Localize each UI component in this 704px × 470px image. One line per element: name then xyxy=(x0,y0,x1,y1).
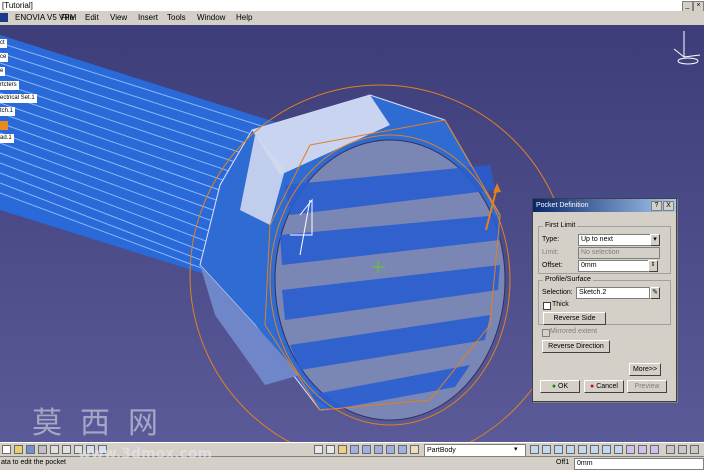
compass-icon[interactable] xyxy=(673,31,701,65)
watermark-logo: 莫西网 xyxy=(32,406,176,441)
chevron-down-icon[interactable]: ▾ xyxy=(514,445,518,453)
cancel-button[interactable]: ● Cancel xyxy=(584,380,624,393)
tree-node-icon xyxy=(0,121,8,130)
first-limit-label: First Limit xyxy=(543,222,578,229)
fit-all-icon[interactable] xyxy=(542,445,551,454)
sketch-edit-icon[interactable]: ✎ xyxy=(650,287,660,299)
mirrored-extent-checkbox xyxy=(542,329,550,337)
preview-button: Preview xyxy=(627,380,667,393)
status-message: ata to edit the pocket xyxy=(1,459,66,466)
menu-help[interactable]: Help xyxy=(236,13,252,22)
rotate-icon[interactable] xyxy=(566,445,575,454)
measure-icon[interactable] xyxy=(350,445,359,454)
chevron-down-icon[interactable]: ▾ xyxy=(650,234,660,246)
offset-status-input[interactable]: 0mm xyxy=(574,458,704,470)
tree-item[interactable]: tch.1 xyxy=(0,107,16,116)
reverse-side-button[interactable]: Reverse Side xyxy=(543,312,606,325)
sketcher-icon[interactable] xyxy=(338,445,347,454)
reverse-direction-button[interactable]: Reverse Direction xyxy=(542,340,610,353)
tree-item[interactable]: ad.1 xyxy=(0,134,14,143)
more-button[interactable]: More>> xyxy=(629,363,661,376)
pan-icon[interactable] xyxy=(554,445,563,454)
tree-item[interactable]: ce xyxy=(0,53,9,62)
view-option-icon[interactable] xyxy=(666,445,675,454)
view-option-icon[interactable] xyxy=(678,445,687,454)
pocket-definition-dialog: Pocket Definition ? X First Limit Type: … xyxy=(532,198,677,402)
selection-field[interactable]: Sketch.2 xyxy=(576,287,650,299)
hide-show-icon[interactable] xyxy=(638,445,647,454)
tree-item[interactable]: ct xyxy=(0,39,7,48)
offset-label: Offset: xyxy=(542,262,563,269)
menu-insert[interactable]: Insert xyxy=(138,13,158,22)
menu-bar: ENOVIA V5 VPM File Edit View Insert Tool… xyxy=(0,11,704,26)
offset-spinner[interactable]: ⇕ xyxy=(648,260,658,272)
save-icon[interactable] xyxy=(26,445,35,454)
thick-checkbox[interactable] xyxy=(543,302,551,310)
view-option-icon[interactable] xyxy=(690,445,699,454)
axis-icon[interactable] xyxy=(374,445,383,454)
type-select[interactable]: Up to next xyxy=(578,234,658,246)
ok-button[interactable]: ● OK xyxy=(540,380,580,393)
tree-item[interactable]: e xyxy=(0,67,6,76)
dialog-title: Pocket Definition xyxy=(536,202,589,209)
mirrored-extent-label: Mirrored extent xyxy=(550,328,598,335)
copy-icon[interactable] xyxy=(62,445,71,454)
zoom-out-icon[interactable] xyxy=(590,445,599,454)
menu-window[interactable]: Window xyxy=(197,13,225,22)
open-icon[interactable] xyxy=(14,445,23,454)
fly-mode-icon[interactable] xyxy=(530,445,539,454)
menu-edit[interactable]: Edit xyxy=(85,13,99,22)
offset-status-label: Off1 xyxy=(556,459,570,466)
limit-label: Limit: xyxy=(542,249,559,256)
tree-item[interactable]: ectrical Set.1 xyxy=(0,94,37,103)
formula-icon[interactable] xyxy=(362,445,371,454)
ok-icon: ● xyxy=(551,383,557,390)
print-icon[interactable] xyxy=(38,445,47,454)
swap-space-icon[interactable] xyxy=(650,445,659,454)
window-title: [Tutorial] xyxy=(2,1,33,10)
partbody-icon xyxy=(410,445,419,454)
new-icon[interactable] xyxy=(2,445,11,454)
cut-icon[interactable] xyxy=(50,445,59,454)
profile-surface-label: Profile/Surface xyxy=(543,276,593,283)
menu-file[interactable]: File xyxy=(61,13,74,22)
offset-input[interactable]: 0mm xyxy=(578,260,652,272)
dialog-title-bar: Pocket Definition ? X xyxy=(533,199,676,212)
tree-item[interactable]: rtcters xyxy=(0,81,19,90)
menu-tools[interactable]: Tools xyxy=(167,13,186,22)
watermark-url: www.3dmox.com xyxy=(78,446,213,462)
cancel-icon: ● xyxy=(590,383,595,390)
thick-label: Thick xyxy=(552,301,569,308)
help-icon[interactable]: ? xyxy=(651,201,662,211)
limit-field: No selection xyxy=(578,247,660,259)
selection-label: Selection: xyxy=(542,289,573,296)
select-icon[interactable] xyxy=(314,445,323,454)
title-bar: [Tutorial] _ × xyxy=(0,0,704,12)
normal-view-icon[interactable] xyxy=(602,445,611,454)
close-icon[interactable]: X xyxy=(663,201,674,211)
quick-view-icon[interactable] xyxy=(614,445,623,454)
shading-icon[interactable] xyxy=(626,445,635,454)
zoom-in-icon[interactable] xyxy=(578,445,587,454)
app-icon xyxy=(0,13,8,22)
compass-reset-icon[interactable] xyxy=(326,445,335,454)
type-label: Type: xyxy=(542,236,560,243)
menu-view[interactable]: View xyxy=(110,13,127,22)
point-icon[interactable] xyxy=(398,445,407,454)
plane-icon[interactable] xyxy=(386,445,395,454)
